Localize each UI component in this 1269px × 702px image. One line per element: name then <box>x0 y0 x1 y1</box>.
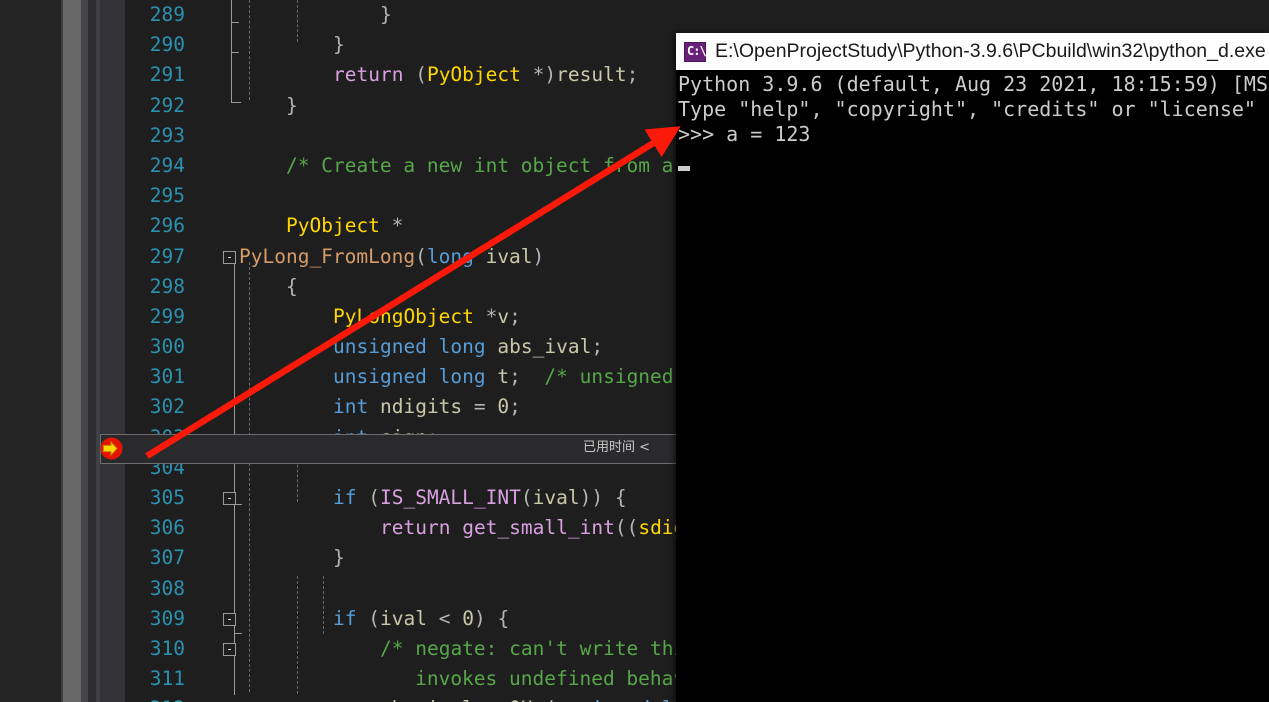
left-panel-background <box>0 0 61 702</box>
line-number: 296 <box>149 214 185 238</box>
breakpoint-execution-pointer-icon[interactable] <box>100 437 123 460</box>
line-number: 302 <box>149 395 185 419</box>
line-number: 309 <box>149 606 185 630</box>
code-text: unsigned long t; /* unsigned so <box>333 365 709 389</box>
line-number: 305 <box>149 486 185 509</box>
code-text: } <box>380 3 392 26</box>
code-text: /* Create a new int object from a C <box>286 153 697 177</box>
outline-collapse-toggle[interactable]: - <box>223 250 236 264</box>
panel-scrollbar-thumb[interactable] <box>63 0 81 702</box>
console-window-icon: C:\ <box>684 41 707 62</box>
line-number: 310 <box>149 636 185 660</box>
code-line[interactable]: 289 } <box>127 0 1269 30</box>
line-number: 294 <box>149 153 185 177</box>
code-text: abs_ival = 0U-(unsigned long <box>239 694 709 702</box>
console-window[interactable]: C:\ E:\OpenProjectStudy\Python-3.9.6\PCb… <box>676 33 1269 702</box>
code-text: } <box>333 33 345 57</box>
console-text-caret <box>678 166 690 171</box>
line-number: 290 <box>149 33 185 57</box>
line-number: 297 <box>149 244 185 268</box>
code-text: invokes undefined behavio <box>239 667 709 691</box>
outline-collapse-toggle[interactable]: - <box>223 492 236 505</box>
perftip-elapsed-time: 已用时间 < <box>583 440 651 455</box>
code-text: if (IS_SMALL_INT(ival)) { <box>333 486 627 509</box>
editor-selection-margin <box>88 0 96 702</box>
console-icon-label: C:\ <box>687 43 707 58</box>
line-number: 299 <box>149 304 185 328</box>
line-number: 292 <box>149 93 185 117</box>
code-text: { <box>286 274 298 298</box>
panel-splitter[interactable] <box>81 0 88 702</box>
line-number: 291 <box>149 63 185 87</box>
outline-collapse-toggle[interactable]: - <box>223 612 236 626</box>
console-line-list: Python 3.9.6 (default, Aug 23 2021, 18:1… <box>676 72 1269 147</box>
line-number: 306 <box>149 516 185 540</box>
code-text: } <box>286 93 298 117</box>
code-text: int sign; <box>333 425 439 449</box>
console-title-text: E:\OpenProjectStudy\Python-3.9.6\PCbuild… <box>715 40 1266 62</box>
line-number: 303 <box>149 425 185 449</box>
line-number: 311 <box>149 667 185 691</box>
code-text: return get_small_int((sdigit <box>380 516 709 540</box>
code-text: PyObject * <box>286 214 404 238</box>
editor-glyph-margin[interactable] <box>100 0 125 702</box>
code-text: int ndigits = 0; <box>333 395 521 419</box>
console-line: Type "help", "copyright", "credits" or "… <box>678 97 1269 121</box>
line-number: 298 <box>149 274 185 298</box>
line-number: 308 <box>149 576 185 600</box>
line-number: 289 <box>149 3 185 26</box>
code-text: if (ival < 0) { <box>333 606 510 630</box>
outline-collapse-toggle[interactable]: - <box>223 642 236 656</box>
code-text: PyLong_FromLong(long ival) <box>239 244 545 268</box>
line-number: 293 <box>149 123 185 147</box>
line-number: 300 <box>149 335 185 359</box>
code-text: unsigned long abs_ival; <box>333 335 604 359</box>
code-text: return (PyObject *)result; <box>333 63 639 87</box>
console-output-area[interactable]: Python 3.9.6 (default, Aug 23 2021, 18:1… <box>676 70 1269 702</box>
visual-studio-debug-screen: 289 } 290 } 291 return (PyObject *)result;… <box>0 0 1269 702</box>
code-text: PyLongObject *v; <box>333 304 521 328</box>
line-number: 301 <box>149 365 185 389</box>
console-title-bar[interactable]: C:\ E:\OpenProjectStudy\Python-3.9.6\PCb… <box>676 33 1269 70</box>
line-number: 295 <box>149 184 185 208</box>
code-text: } <box>333 546 345 570</box>
console-line: Python 3.9.6 (default, Aug 23 2021, 18:1… <box>678 72 1269 96</box>
code-text: /* negate: can't write this <box>380 636 697 660</box>
console-line: >>> a = 123 <box>678 122 811 146</box>
line-number: 304 <box>149 455 185 479</box>
line-number: 312 <box>127 694 185 702</box>
line-number: 307 <box>149 546 185 570</box>
